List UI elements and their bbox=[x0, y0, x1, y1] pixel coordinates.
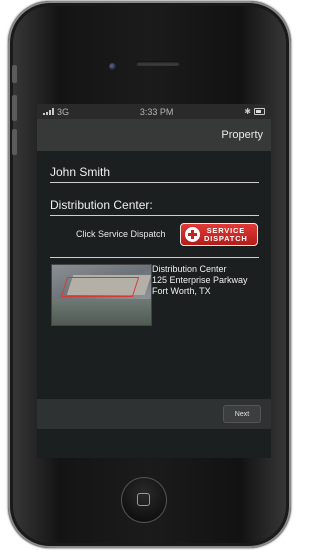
property-aerial-photo bbox=[51, 264, 152, 326]
property-address: Distribution Center 125 Enterprise Parkw… bbox=[152, 264, 248, 297]
dispatch-row: Click Service Dispatch SERVICE DISPATCH bbox=[50, 223, 259, 247]
earpiece-speaker bbox=[136, 61, 180, 66]
photo-property-outline bbox=[60, 277, 140, 297]
section-title: Distribution Center: bbox=[50, 198, 259, 216]
signal-indicator: 3G bbox=[43, 107, 69, 117]
mute-switch bbox=[12, 65, 17, 83]
content-divider bbox=[50, 257, 259, 258]
next-button[interactable]: Next bbox=[223, 405, 261, 423]
status-time: 3:33 PM bbox=[139, 106, 174, 117]
battery-indicator: ✱ bbox=[244, 107, 265, 116]
bottom-toolbar: Next bbox=[37, 399, 271, 429]
home-square-icon bbox=[137, 493, 150, 506]
carrier-label: 3G bbox=[57, 106, 70, 117]
status-bar: 3G 3:33 PM ✱ bbox=[37, 104, 271, 119]
front-camera bbox=[109, 63, 116, 70]
volume-down-button bbox=[12, 129, 17, 155]
service-dispatch-line2: DISPATCH bbox=[204, 233, 248, 243]
home-button[interactable] bbox=[121, 477, 167, 523]
customer-name: John Smith bbox=[50, 165, 259, 183]
address-line-1: Distribution Center bbox=[152, 264, 227, 274]
photo-parking-lot bbox=[52, 299, 151, 325]
volume-up-button bbox=[12, 95, 17, 121]
address-line-2: 125 Enterprise Parkway bbox=[152, 275, 248, 285]
medical-cross-icon bbox=[185, 227, 200, 242]
navigation-bar: Property bbox=[37, 119, 271, 151]
main-content: John Smith Distribution Center: Click Se… bbox=[37, 151, 271, 429]
app-screen: 3G 3:33 PM ✱ Property John Smith Distrib… bbox=[37, 104, 271, 458]
address-line-3: Fort Worth, TX bbox=[152, 286, 211, 296]
bluetooth-icon: ✱ bbox=[244, 107, 251, 116]
battery-icon bbox=[254, 108, 265, 115]
signal-bars-icon bbox=[43, 108, 54, 115]
service-dispatch-button[interactable]: SERVICE DISPATCH bbox=[180, 223, 258, 246]
nav-title: Property bbox=[221, 129, 263, 141]
dispatch-prompt: Click Service Dispatch bbox=[76, 229, 166, 239]
service-dispatch-label: SERVICE DISPATCH bbox=[204, 226, 248, 243]
